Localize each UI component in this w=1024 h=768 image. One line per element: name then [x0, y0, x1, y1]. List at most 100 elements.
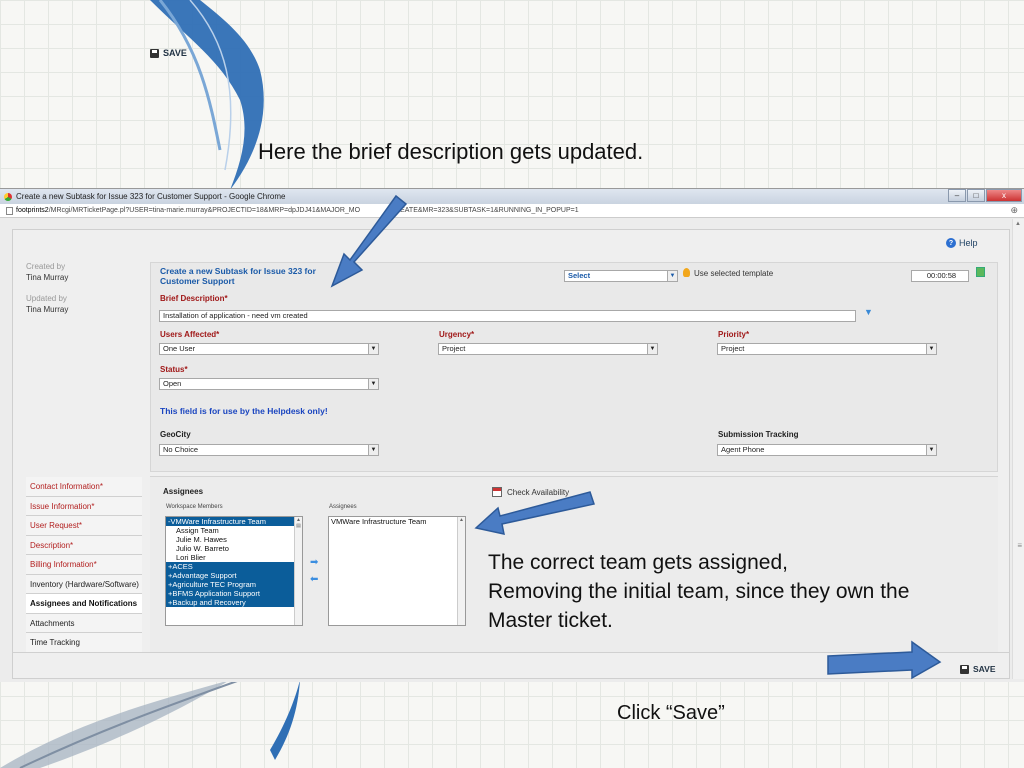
list-item[interactable]: +BFMS Application Support: [166, 589, 302, 598]
address-bar[interactable]: footprints2 /MRcgi/MRTicketPage.pl?USER=…: [0, 204, 1024, 218]
caption-brief-description: Here the brief description gets updated.: [258, 139, 644, 164]
brief-description-label: Brief Description*: [160, 294, 228, 303]
list-item[interactable]: +Advantage Support: [166, 571, 302, 580]
nav-item[interactable]: Assignees and Notifications: [26, 594, 142, 614]
maximize-button[interactable]: □: [967, 189, 985, 202]
save-button-top[interactable]: SAVE: [150, 48, 187, 58]
use-template-label[interactable]: Use selected template: [694, 269, 773, 278]
chrome-icon: [4, 192, 12, 201]
nav-item[interactable]: Attachments: [26, 613, 142, 633]
help-link[interactable]: ? Help: [946, 238, 978, 248]
workspace-members-list[interactable]: -VMWare Infrastructure Team Assign Team Ju…: [165, 516, 303, 626]
timer-field[interactable]: 00:00:58: [911, 270, 969, 282]
priority-label: Priority*: [718, 330, 750, 339]
helpdesk-note: This field is for use by the Helpdesk on…: [160, 406, 328, 416]
list-item[interactable]: Assign Team: [166, 526, 302, 535]
close-button[interactable]: x: [986, 189, 1022, 202]
nav-item[interactable]: Issue Information*: [26, 496, 142, 516]
window-controls: – □ x: [947, 189, 1022, 202]
assignees-heading: Assignees: [163, 487, 204, 496]
priority-select[interactable]: Project ▼: [717, 343, 937, 355]
list-item[interactable]: +Backup and Recovery: [166, 598, 302, 607]
urgency-select[interactable]: Project ▼: [438, 343, 658, 355]
updated-by-block: Updated by Tina Murray: [26, 294, 68, 314]
list-item[interactable]: -VMWare Infrastructure Team: [166, 517, 302, 526]
annotation-arrow-save: [827, 640, 942, 680]
nav-item[interactable]: Description*: [26, 535, 142, 555]
chevron-down-icon: ▼: [368, 344, 378, 354]
template-select[interactable]: Select ▼: [564, 270, 678, 282]
urgency-label: Urgency*: [439, 330, 475, 339]
scroll-up-icon[interactable]: ▲: [1015, 221, 1021, 227]
window-titlebar: Create a new Subtask for Issue 323 for C…: [0, 189, 1024, 204]
chevron-down-icon: ▼: [368, 379, 378, 389]
status-select[interactable]: Open ▼: [159, 378, 379, 390]
urgency-value: Project: [442, 344, 466, 353]
list-item[interactable]: Lori Blier: [166, 553, 302, 562]
annotation-arrow-assignees: [474, 491, 595, 535]
status-label: Status*: [160, 365, 188, 374]
list-item[interactable]: +ACES: [166, 562, 302, 571]
updated-by-label: Updated by: [26, 294, 67, 303]
brief-description-input[interactable]: Installation of application - need vm cr…: [159, 310, 856, 322]
url-path: /MRcgi/MRTicketPage.pl?USER=tina-marie.m…: [48, 207, 361, 214]
updated-by-value: Tina Murray: [26, 305, 69, 314]
status-value: Open: [163, 379, 182, 388]
list-scrollbar[interactable]: ▲ ▤: [294, 517, 302, 625]
created-by-value: Tina Murray: [26, 273, 69, 282]
save-button-bottom[interactable]: SAVE: [960, 664, 996, 674]
nav-item[interactable]: Inventory (Hardware/Software): [26, 574, 142, 594]
chevron-down-icon: ▼: [368, 445, 378, 455]
remove-assignee-arrow-icon[interactable]: ⬅: [310, 574, 318, 585]
zoom-icon[interactable]: ⊕: [1010, 205, 1018, 216]
form-title: Create a new Subtask for Issue 323 for C…: [160, 266, 316, 286]
chevron-down-icon: ▼: [926, 344, 936, 354]
assignees-list-label: Assignees: [329, 504, 357, 510]
save-label: SAVE: [973, 664, 996, 674]
users-affected-label: Users Affected*: [160, 330, 220, 339]
section-nav: Contact Information* Issue Information* Us…: [26, 477, 142, 653]
timer-icon[interactable]: [976, 267, 985, 277]
caption-line: Removing the initial team, since they ow…: [488, 580, 910, 603]
created-by-block: Created by Tina Murray: [26, 262, 68, 282]
spellcheck-icon[interactable]: ▼: [864, 307, 873, 317]
nav-item[interactable]: Contact Information*: [26, 477, 142, 497]
help-label: Help: [959, 238, 978, 248]
template-bulb-icon: [683, 268, 690, 277]
list-scrollbar[interactable]: ▲: [457, 517, 465, 625]
minimize-button[interactable]: –: [948, 189, 966, 202]
chevron-down-icon: ▼: [926, 445, 936, 455]
list-item[interactable]: Julie M. Hawes: [166, 535, 302, 544]
help-icon: ?: [946, 238, 956, 248]
url-tail: EATE&MR=323&SUBTASK=1&RUNNING_IN_POPUP=1: [400, 207, 579, 214]
add-assignee-arrow-icon[interactable]: ➡: [310, 557, 318, 568]
geocity-value: No Choice: [163, 445, 199, 454]
workspace-members-label: Workspace Members: [166, 504, 223, 510]
save-disk-icon: [960, 664, 969, 674]
geocity-select[interactable]: No Choice ▼: [159, 444, 379, 456]
created-by-label: Created by: [26, 262, 66, 271]
nav-item[interactable]: Time Tracking: [26, 633, 142, 653]
list-item[interactable]: VMWare Infrastructure Team: [329, 517, 465, 526]
submission-tracking-value: Agent Phone: [721, 445, 765, 454]
list-item[interactable]: Julio W. Barreto: [166, 544, 302, 553]
caption-line: The correct team gets assigned,: [488, 551, 788, 574]
page-scrollbar[interactable]: ▲ ≡: [1012, 219, 1024, 679]
submission-tracking-select[interactable]: Agent Phone ▼: [717, 444, 937, 456]
form-title-line1: Create a new Subtask for Issue 323 for: [160, 266, 316, 276]
list-item[interactable]: +Agriculture TEC Program: [166, 580, 302, 589]
caption-line: Master ticket.: [488, 609, 613, 632]
annotation-arrow-brief: [330, 194, 408, 288]
decorative-swoosh-bottom: [0, 680, 300, 768]
users-affected-select[interactable]: One User ▼: [159, 343, 379, 355]
nav-item[interactable]: Billing Information*: [26, 555, 142, 575]
scroll-grip-icon[interactable]: ≡: [1017, 541, 1022, 550]
nav-item[interactable]: User Request*: [26, 516, 142, 536]
geocity-label: GeoCity: [160, 430, 191, 439]
template-select-value: Select: [568, 271, 591, 280]
assignees-list[interactable]: VMWare Infrastructure Team ▲: [328, 516, 466, 626]
url-host: footprints2: [16, 207, 49, 214]
subtask-form-panel: [150, 262, 998, 472]
priority-value: Project: [721, 344, 745, 353]
chevron-down-icon: ▼: [667, 271, 677, 281]
